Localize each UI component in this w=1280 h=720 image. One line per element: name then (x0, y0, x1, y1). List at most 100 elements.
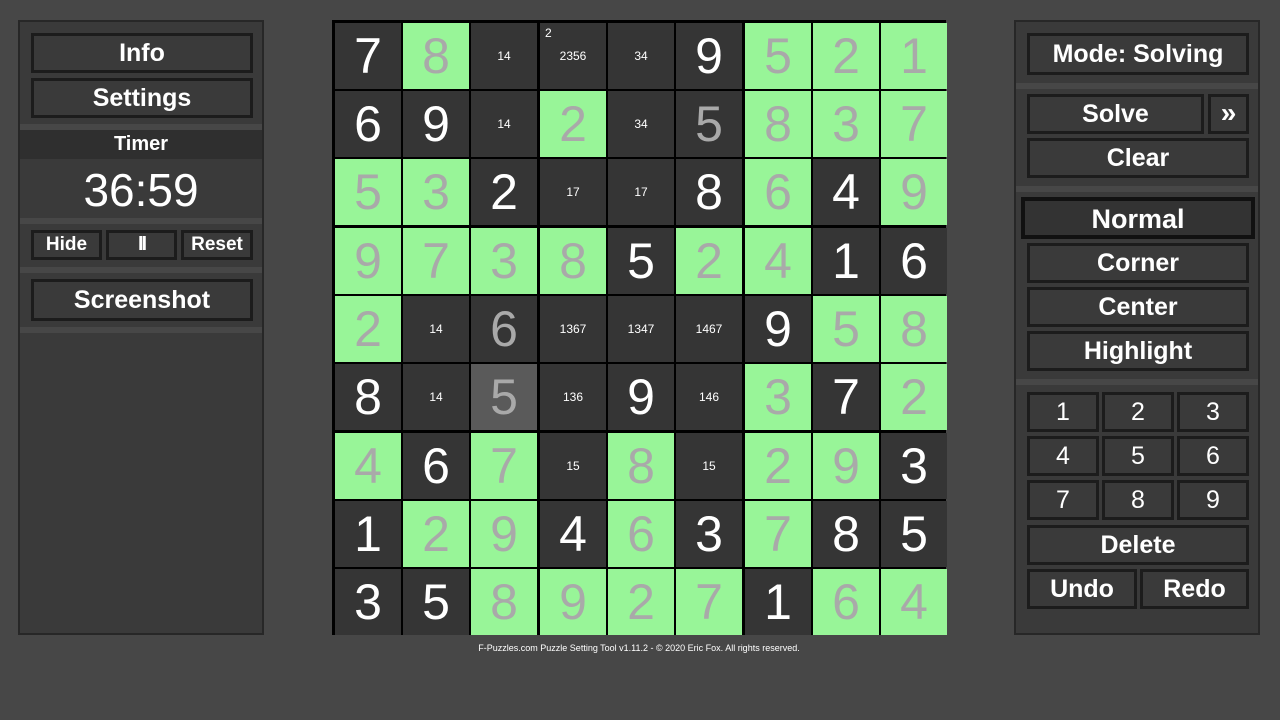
delete-button[interactable]: Delete (1027, 525, 1249, 565)
grid-cell[interactable]: 2 (540, 91, 606, 157)
grid-cell[interactable]: 2356 2 (540, 23, 606, 89)
grid-cell[interactable]: 1347 (608, 296, 674, 362)
grid-cell[interactable]: 9 (813, 433, 879, 499)
grid-cell[interactable]: 136 (540, 364, 606, 430)
grid-cell[interactable]: 9 (608, 364, 674, 430)
grid-cell[interactable]: 5 (403, 569, 469, 635)
grid-cell[interactable]: 7 (471, 433, 537, 499)
digit-button-4[interactable]: 4 (1027, 436, 1099, 476)
clear-button[interactable]: Clear (1027, 138, 1249, 178)
hide-timer-button[interactable]: Hide (31, 230, 102, 260)
grid-cell[interactable]: 7 (403, 228, 469, 294)
grid-cell[interactable]: 4 (881, 569, 947, 635)
grid-cell[interactable]: 5 (676, 91, 742, 157)
grid-cell[interactable]: 6 (608, 501, 674, 567)
grid-cell[interactable]: 2 (745, 433, 811, 499)
grid-cell[interactable]: 14 (471, 23, 537, 89)
grid-cell[interactable]: 2 (881, 364, 947, 430)
grid-cell[interactable]: 1367 (540, 296, 606, 362)
undo-button[interactable]: Undo (1027, 569, 1137, 609)
grid-cell[interactable]: 8 (676, 159, 742, 225)
grid-cell[interactable]: 6 (881, 228, 947, 294)
grid-cell[interactable]: 5 (745, 23, 811, 89)
grid-cell[interactable]: 9 (540, 569, 606, 635)
solve-step-button[interactable]: » (1208, 94, 1249, 134)
grid-cell[interactable]: 1 (881, 23, 947, 89)
grid-cell[interactable]: 1 (335, 501, 401, 567)
solve-button[interactable]: Solve (1027, 94, 1204, 134)
grid-cell[interactable]: 6 (403, 433, 469, 499)
grid-cell[interactable]: 7 (676, 569, 742, 635)
digit-button-6[interactable]: 6 (1177, 436, 1249, 476)
grid-cell[interactable]: 7 (813, 364, 879, 430)
grid-cell[interactable]: 8 (471, 569, 537, 635)
grid-cell[interactable]: 9 (471, 501, 537, 567)
digit-button-3[interactable]: 3 (1177, 392, 1249, 432)
grid-cell[interactable]: 3 (335, 569, 401, 635)
highlight-mode-button[interactable]: Highlight (1027, 331, 1249, 371)
grid-cell[interactable]: 14 (403, 364, 469, 430)
grid-cell[interactable]: 14 (403, 296, 469, 362)
settings-button[interactable]: Settings (31, 78, 253, 118)
grid-cell[interactable]: 15 (676, 433, 742, 499)
digit-button-7[interactable]: 7 (1027, 480, 1099, 520)
grid-cell[interactable]: 34 (608, 91, 674, 157)
grid-cell[interactable]: 5 (881, 501, 947, 567)
grid-cell[interactable]: 8 (745, 91, 811, 157)
grid-cell[interactable]: 8 (540, 228, 606, 294)
grid-cell[interactable]: 7 (881, 91, 947, 157)
grid-cell[interactable]: 5 (471, 364, 537, 430)
grid-cell[interactable]: 3 (881, 433, 947, 499)
grid-cell[interactable]: 9 (745, 296, 811, 362)
grid-cell[interactable]: 3 (471, 228, 537, 294)
grid-cell[interactable]: 9 (403, 91, 469, 157)
grid-cell[interactable]: 8 (335, 364, 401, 430)
grid-cell[interactable]: 5 (608, 228, 674, 294)
digit-button-1[interactable]: 1 (1027, 392, 1099, 432)
digit-button-2[interactable]: 2 (1102, 392, 1174, 432)
info-button[interactable]: Info (31, 33, 253, 73)
grid-cell[interactable]: 8 (608, 433, 674, 499)
redo-button[interactable]: Redo (1140, 569, 1249, 609)
grid-cell[interactable]: 6 (745, 159, 811, 225)
grid-cell[interactable]: 146 (676, 364, 742, 430)
grid-cell[interactable]: 8 (403, 23, 469, 89)
digit-button-9[interactable]: 9 (1177, 480, 1249, 520)
grid-cell[interactable]: 15 (540, 433, 606, 499)
grid-cell[interactable]: 2 (403, 501, 469, 567)
digit-button-5[interactable]: 5 (1102, 436, 1174, 476)
mode-button[interactable]: Mode: Solving (1027, 33, 1249, 75)
grid-cell[interactable]: 3 (745, 364, 811, 430)
grid-cell[interactable]: 3 (676, 501, 742, 567)
grid-cell[interactable]: 1467 (676, 296, 742, 362)
grid-cell[interactable]: 17 (540, 159, 606, 225)
grid-cell[interactable]: 6 (335, 91, 401, 157)
grid-cell[interactable]: 9 (676, 23, 742, 89)
grid-cell[interactable]: 3 (403, 159, 469, 225)
grid-cell[interactable]: 2 (676, 228, 742, 294)
grid-cell[interactable]: 3 (813, 91, 879, 157)
grid-cell[interactable]: 1 (745, 569, 811, 635)
grid-cell[interactable]: 4 (335, 433, 401, 499)
center-mode-button[interactable]: Center (1027, 287, 1249, 327)
grid-cell[interactable]: 7 (745, 501, 811, 567)
grid-cell[interactable]: 2 (608, 569, 674, 635)
grid-cell[interactable]: 1 (813, 228, 879, 294)
grid-cell[interactable]: 9 (881, 159, 947, 225)
reset-timer-button[interactable]: Reset (181, 230, 253, 260)
grid-cell[interactable]: 2 (335, 296, 401, 362)
grid-cell[interactable]: 34 (608, 23, 674, 89)
grid-cell[interactable]: 7 (335, 23, 401, 89)
pause-button[interactable]: II (106, 230, 177, 260)
grid-cell[interactable]: 4 (540, 501, 606, 567)
grid-cell[interactable]: 17 (608, 159, 674, 225)
grid-cell[interactable]: 5 (335, 159, 401, 225)
grid-cell[interactable]: 8 (881, 296, 947, 362)
grid-cell[interactable]: 6 (471, 296, 537, 362)
grid-cell[interactable]: 9 (335, 228, 401, 294)
grid-cell[interactable]: 8 (813, 501, 879, 567)
grid-cell[interactable]: 4 (745, 228, 811, 294)
grid-cell[interactable]: 2 (471, 159, 537, 225)
digit-button-8[interactable]: 8 (1102, 480, 1174, 520)
grid-cell[interactable]: 2 (813, 23, 879, 89)
